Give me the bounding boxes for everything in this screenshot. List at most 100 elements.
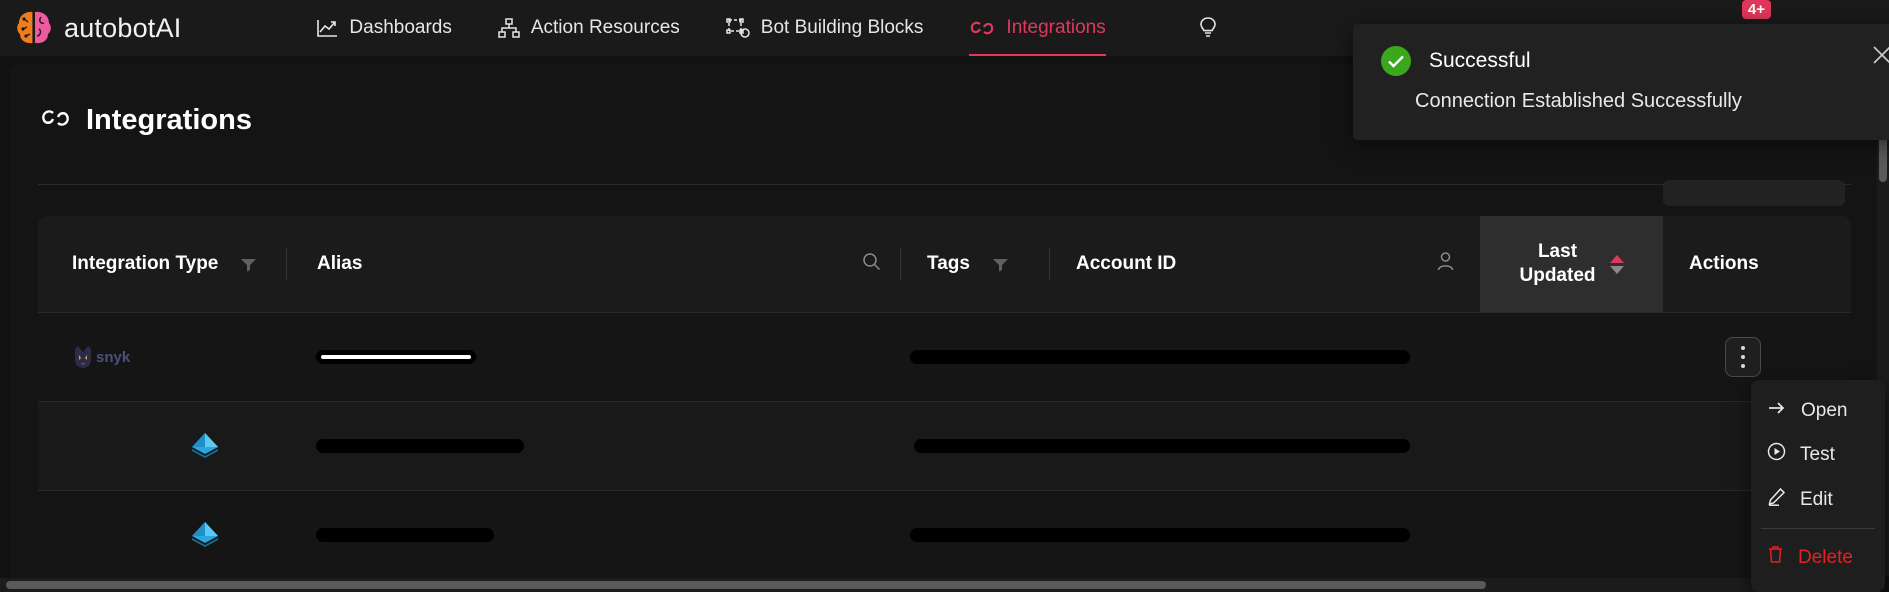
chart-line-icon (316, 18, 338, 38)
menu-divider (1761, 528, 1875, 529)
cell-alias (286, 491, 550, 579)
cell-account-id (756, 491, 1410, 579)
table-row[interactable] (38, 490, 1851, 579)
pencil-icon (1767, 487, 1786, 512)
bot-blocks-icon (726, 18, 750, 38)
cell-account-id (758, 402, 1410, 490)
menu-label-test: Test (1800, 443, 1835, 465)
column-label-last-updated: Last Updated (1519, 241, 1596, 286)
redacted-account-id (910, 350, 1410, 364)
menu-item-delete[interactable]: Delete (1751, 535, 1885, 580)
column-label-integration-type: Integration Type (72, 253, 219, 275)
cell-owner (1410, 402, 1480, 490)
column-label-actions: Actions (1689, 253, 1759, 275)
toast-message: Connection Established Successfully (1415, 90, 1742, 112)
link-chain-icon (969, 18, 995, 38)
cell-last-updated (1480, 491, 1663, 579)
cell-tags (610, 402, 758, 490)
column-header-search[interactable] (842, 216, 900, 312)
actions-dropdown-menu: Open Test Edit Delete (1751, 380, 1885, 592)
user-icon[interactable] (1436, 251, 1455, 277)
nav-label-integrations: Integrations (1006, 17, 1106, 38)
cell-account-id (756, 313, 1410, 401)
cell-last-updated (1480, 313, 1663, 401)
nav-label-action-resources: Action Resources (530, 17, 680, 38)
menu-label-edit: Edit (1800, 488, 1833, 510)
menu-item-open[interactable]: Open (1751, 390, 1885, 432)
cell-alias (286, 402, 552, 490)
brand-name: autobotAI (64, 12, 182, 43)
close-icon[interactable] (1871, 44, 1889, 66)
sort-arrows-icon[interactable] (1609, 254, 1624, 274)
lightbulb-icon[interactable] (1198, 16, 1218, 40)
column-label-tags: Tags (927, 253, 970, 275)
nav-item-integrations[interactable]: Integrations (969, 0, 1106, 56)
snyk-logo-icon: snyk (72, 345, 130, 369)
page-title: Integrations (86, 104, 252, 136)
cell-alias (286, 313, 550, 401)
redacted-alias (316, 439, 524, 453)
kebab-menu-icon[interactable] (1725, 337, 1761, 377)
column-header-actions: Actions (1663, 216, 1851, 312)
notification-badge[interactable]: 4+ (1741, 0, 1771, 19)
menu-item-test[interactable]: Test (1751, 432, 1885, 477)
cell-tags (608, 313, 756, 401)
toast-header: Successful (1353, 24, 1889, 76)
header-divider (38, 184, 1851, 185)
table-header-row: Integration Type Alias Tags Account ID L… (38, 216, 1851, 312)
menu-label-open: Open (1801, 400, 1848, 421)
azure-pyramid-icon (190, 519, 220, 552)
cell-integration-type (38, 491, 286, 579)
column-label-account-id: Account ID (1076, 253, 1177, 275)
column-header-integration-type[interactable]: Integration Type (38, 216, 286, 312)
horizontal-scrollbar[interactable] (0, 578, 1877, 592)
column-header-last-updated[interactable]: Last Updated (1480, 216, 1663, 312)
nav-item-dashboards[interactable]: Dashboards (316, 0, 452, 56)
check-circle-icon (1381, 46, 1411, 76)
brain-logo-icon (14, 9, 54, 47)
table-row[interactable]: snyk (38, 312, 1851, 401)
cell-integration-type (38, 402, 286, 490)
menu-item-edit[interactable]: Edit (1751, 477, 1885, 522)
toast-title: Successful (1429, 49, 1531, 72)
brand[interactable]: autobotAI (0, 9, 181, 47)
table-row[interactable] (38, 401, 1851, 490)
page-inner: Integrations Integration Type Alias Tags… (10, 64, 1879, 592)
sort-descending-icon (1609, 265, 1624, 274)
redacted-alias (316, 528, 494, 542)
cell-integration-type: snyk (38, 313, 286, 401)
column-header-tags[interactable]: Tags (901, 216, 1049, 312)
play-circle-icon (1767, 442, 1786, 467)
horizontal-scrollbar-thumb[interactable] (6, 581, 1486, 589)
cell-owner (1410, 313, 1480, 401)
trash-icon (1767, 545, 1784, 570)
filter-funnel-icon[interactable] (992, 257, 1009, 272)
success-toast: Successful Connection Established Succes… (1353, 24, 1889, 140)
integrations-table: Integration Type Alias Tags Account ID L… (38, 216, 1851, 592)
app-root: autobotAI Dashboards Action Resources Bo… (0, 0, 1889, 592)
cell-owner (1410, 491, 1480, 579)
arrow-right-icon (1767, 400, 1787, 422)
cell-tags (608, 491, 756, 579)
nav-item-bot-building-blocks[interactable]: Bot Building Blocks (726, 0, 924, 56)
redacted-account-id (910, 528, 1410, 542)
link-chain-icon (40, 105, 72, 136)
nav-item-action-resources[interactable]: Action Resources (498, 0, 680, 56)
sort-ascending-icon (1609, 254, 1624, 263)
header-action-button[interactable] (1663, 180, 1845, 206)
menu-label-delete: Delete (1798, 546, 1853, 568)
filter-funnel-icon[interactable] (240, 257, 257, 272)
cell-spacer (552, 402, 610, 490)
column-header-owner[interactable] (1410, 216, 1480, 312)
cell-spacer (550, 491, 608, 579)
nav-label-dashboards: Dashboards (349, 17, 452, 38)
nav-items: Dashboards Action Resources Bot Building… (316, 0, 1217, 56)
azure-pyramid-icon (190, 430, 220, 463)
redacted-alias (316, 350, 476, 364)
nav-label-bot-building-blocks: Bot Building Blocks (760, 17, 924, 38)
redacted-account-id (914, 439, 1410, 453)
search-icon[interactable] (862, 252, 881, 277)
column-label-alias: Alias (317, 253, 363, 275)
column-header-alias[interactable]: Alias (287, 216, 842, 312)
column-header-account-id[interactable]: Account ID (1050, 216, 1410, 312)
